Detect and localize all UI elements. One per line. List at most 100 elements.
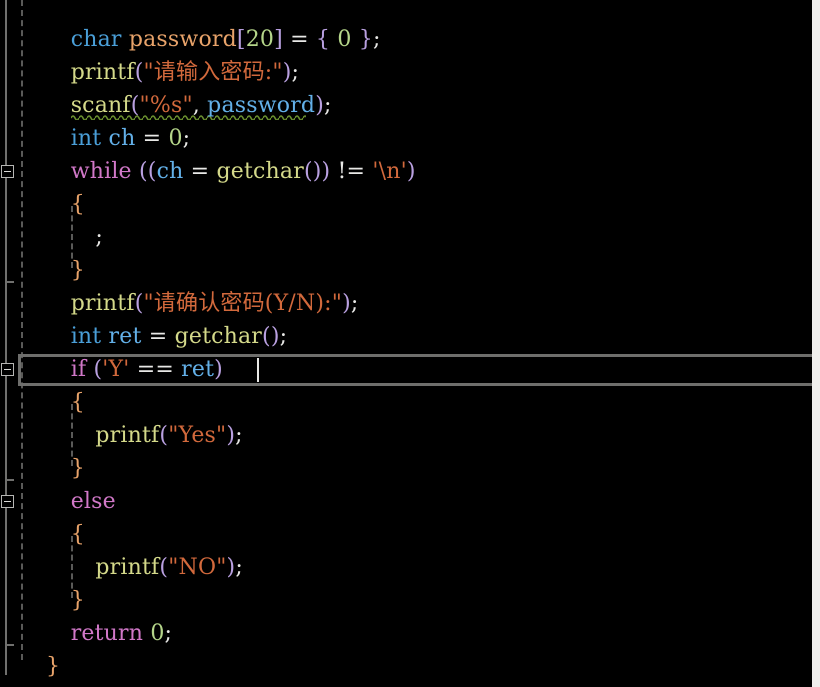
code-line[interactable]: {: [0, 386, 812, 419]
code-line[interactable]: {: [0, 188, 812, 221]
code-line[interactable]: }: [0, 254, 812, 287]
code-token: ): [406, 159, 416, 184]
code-token: !=: [337, 159, 373, 184]
code-token: ): [226, 555, 236, 580]
text-caret: [256, 358, 259, 382]
code-token: 'Y': [102, 357, 130, 382]
code-line-content: int ret = getchar();: [0, 320, 287, 353]
code-token: if: [70, 357, 87, 382]
code-token: {: [70, 192, 85, 217]
code-line[interactable]: printf("NO");: [0, 551, 812, 584]
code-line-content: if ('Y' == ret): [0, 353, 223, 386]
code-line-content: printf("请确认密码(Y/N):");: [0, 287, 359, 320]
code-token: ): [282, 60, 292, 85]
code-token: ;: [235, 423, 243, 448]
code-token: return: [70, 621, 144, 646]
code-line-content: char password[20] = { 0 };: [0, 23, 381, 56]
code-token: int: [70, 324, 102, 349]
code-line[interactable]: else: [0, 485, 812, 518]
code-token: ()): [303, 159, 338, 184]
code-token: ;: [279, 324, 288, 349]
code-line[interactable]: while ((ch = getchar()) != '\n'): [0, 155, 812, 188]
code-token: ;: [350, 291, 359, 316]
code-token: 20: [245, 27, 275, 52]
code-token: ): [226, 423, 236, 448]
fold-collapse-icon[interactable]: [1, 165, 14, 178]
code-token: }: [70, 456, 85, 481]
code-line[interactable]: char password[20] = { 0 };: [0, 23, 812, 56]
code-token: (: [159, 423, 169, 448]
code-editor-window: char password[20] = { 0 }; printf("请输入密码:…: [0, 0, 820, 687]
code-token: 0: [168, 126, 183, 151]
code-token: while: [70, 159, 132, 184]
code-token: }: [70, 588, 85, 613]
code-token: getchar: [216, 159, 304, 184]
code-line[interactable]: }: [0, 584, 812, 617]
fold-end-tick: [5, 644, 14, 646]
code-token: printf: [95, 423, 160, 448]
code-token: int: [70, 126, 102, 151]
code-token: ;: [182, 126, 191, 151]
code-line[interactable]: printf("请输入密码:");: [0, 56, 812, 89]
code-line[interactable]: printf("请确认密码(Y/N):");: [0, 287, 812, 320]
code-token: ==: [129, 357, 182, 382]
code-token: getchar: [174, 324, 263, 349]
code-token: ((: [138, 159, 157, 184]
code-token: else: [70, 489, 116, 514]
code-token: }: [46, 654, 61, 679]
code-text-layer[interactable]: char password[20] = { 0 }; printf("请输入密码:…: [0, 0, 812, 687]
code-line[interactable]: }: [0, 650, 812, 683]
code-token: ): [214, 357, 223, 382]
code-canvas[interactable]: char password[20] = { 0 }; printf("请输入密码:…: [0, 0, 812, 687]
code-token: ret: [108, 324, 142, 349]
right-edge-strip: [812, 0, 820, 687]
code-token: ;: [235, 555, 243, 580]
fold-end-tick: [5, 479, 14, 481]
code-line[interactable]: scanf("%s", password);: [0, 89, 812, 122]
code-token: {: [315, 27, 331, 52]
code-token: printf: [70, 60, 135, 85]
code-line[interactable]: int ret = getchar();: [0, 320, 812, 353]
code-token: "NO": [168, 555, 227, 580]
code-token: ret: [181, 357, 215, 382]
code-line[interactable]: return 0;: [0, 617, 812, 650]
code-token: password: [128, 27, 237, 52]
code-token: "%s": [139, 93, 193, 118]
code-token: 0: [150, 621, 165, 646]
code-token: ,: [192, 93, 208, 118]
code-token: "请输入密码:": [143, 60, 283, 85]
code-line[interactable]: {: [0, 518, 812, 551]
fold-collapse-icon[interactable]: [1, 363, 14, 376]
code-line[interactable]: }: [0, 452, 812, 485]
code-token: (): [262, 324, 280, 349]
code-token: ch: [156, 159, 184, 184]
code-line-content: printf("请输入密码:");: [0, 56, 299, 89]
code-token: =: [282, 27, 316, 52]
code-folding-gutter[interactable]: [0, 0, 18, 687]
code-token: char: [70, 27, 122, 52]
code-line-content: return 0;: [0, 617, 172, 650]
code-token: ): [315, 93, 325, 118]
code-token: 0: [337, 27, 352, 52]
code-line[interactable]: if ('Y' == ret): [0, 353, 812, 386]
code-token: =: [135, 126, 169, 151]
code-line-content: printf("Yes");: [0, 419, 243, 452]
code-token: {: [70, 522, 85, 547]
code-token: (: [130, 93, 140, 118]
code-line-content: scanf("%s", password);: [0, 89, 332, 122]
code-line[interactable]: printf("Yes");: [0, 419, 812, 452]
fold-collapse-icon[interactable]: [1, 495, 14, 508]
code-token: ;: [324, 93, 332, 118]
fold-spine-line: [5, 0, 7, 675]
code-token: printf: [95, 555, 160, 580]
code-token: ;: [372, 27, 381, 52]
code-token: ;: [95, 225, 104, 250]
code-line[interactable]: ;: [0, 221, 812, 254]
code-token: '\n': [372, 159, 407, 184]
code-line[interactable]: int ch = 0;: [0, 122, 812, 155]
